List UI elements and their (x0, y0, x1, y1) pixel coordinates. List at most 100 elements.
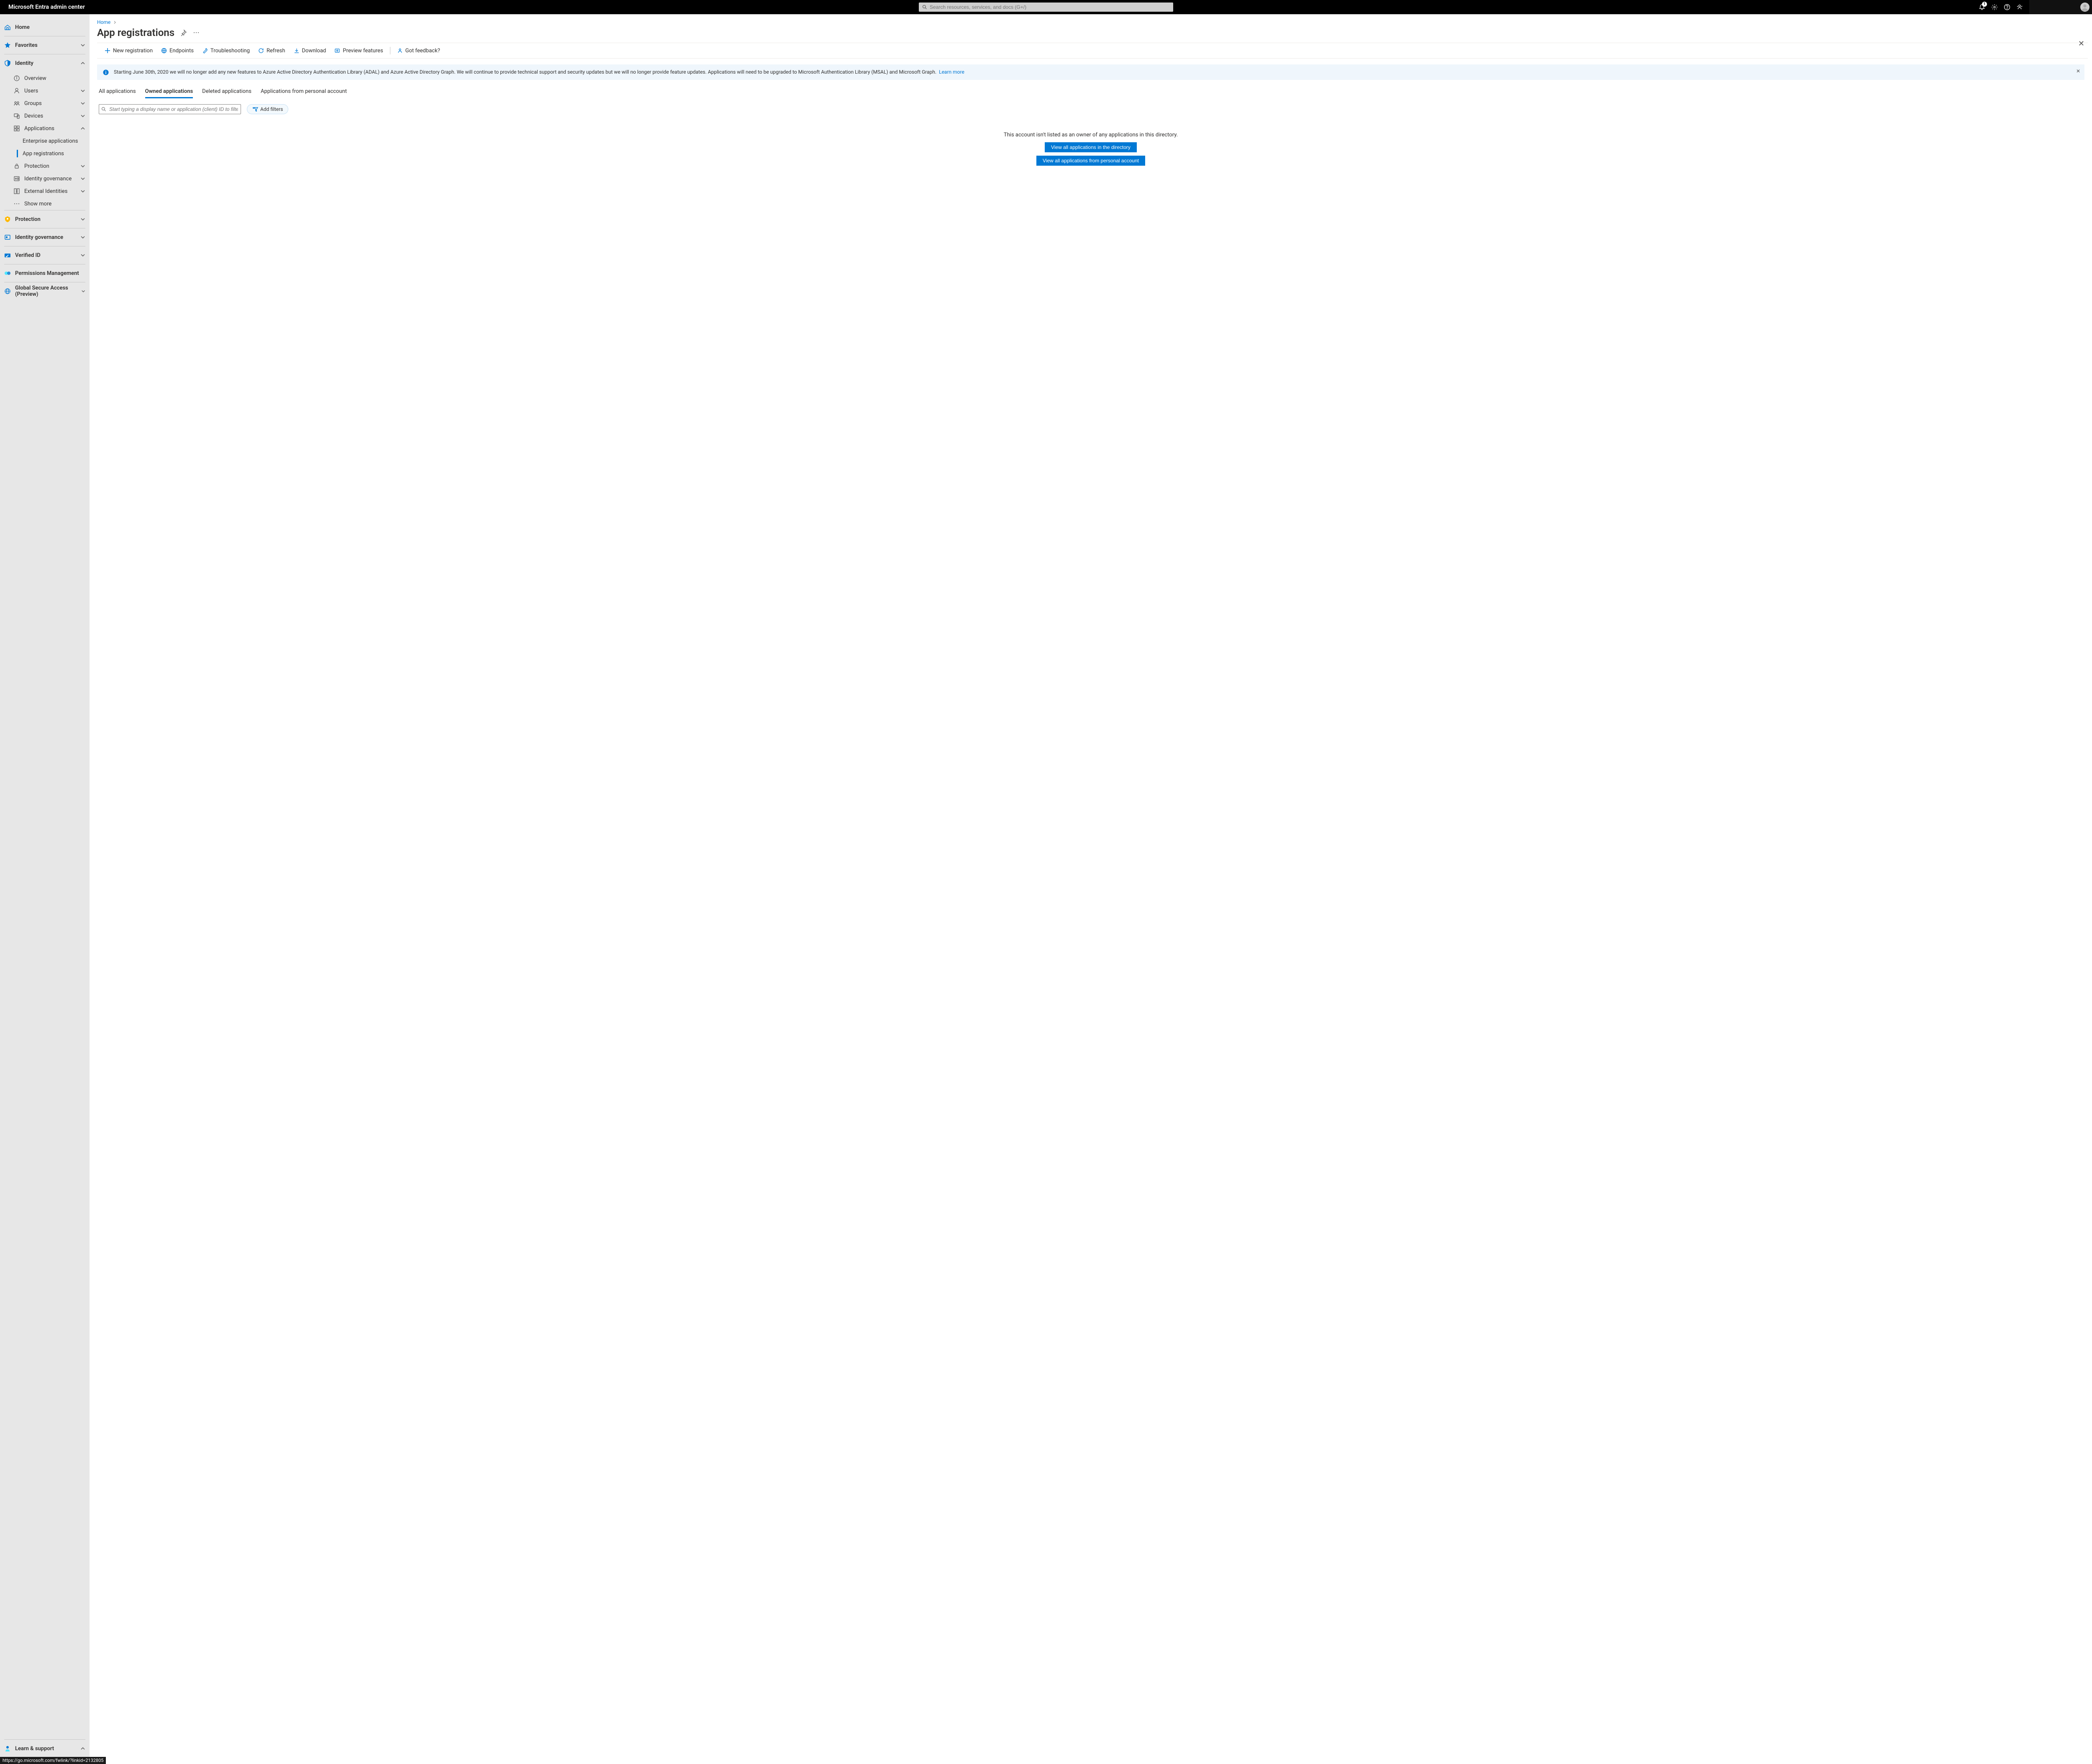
chevron-right-icon (113, 21, 117, 24)
sidebar-label: Favorites (15, 42, 38, 49)
main-content: Home App registrations ✕ New registratio… (90, 14, 2092, 1764)
external-icon (13, 188, 20, 195)
sidebar-label: Protection (15, 216, 41, 223)
governance-icon (4, 234, 11, 241)
chevron-down-icon (80, 217, 85, 222)
preview-icon (334, 48, 340, 54)
sidebar-item-overview[interactable]: Overview (9, 72, 90, 85)
sidebar-label: Identity (15, 60, 33, 67)
sidebar-item-global-secure-access[interactable]: Global Secure Access (Preview) (0, 282, 90, 300)
learn-more-link[interactable]: Learn more (939, 69, 964, 75)
filter-input[interactable] (99, 104, 241, 114)
sidebar-label: Identity governance (24, 176, 72, 182)
cmd-label: Preview features (343, 48, 383, 54)
sidebar-item-devices[interactable]: Devices (9, 110, 90, 122)
info-text: Starting June 30th, 2020 we will no long… (114, 69, 936, 75)
sidebar-item-home[interactable]: Home (0, 18, 90, 36)
sidebar-item-verified-id[interactable]: Verified ID (0, 246, 90, 264)
chevron-down-icon (81, 289, 85, 294)
new-registration-button[interactable]: New registration (100, 43, 157, 59)
cmd-label: Got feedback? (405, 48, 440, 54)
view-all-directory-button[interactable]: View all applications in the directory (1045, 142, 1137, 152)
tabs: All applications Owned applications Dele… (90, 86, 2092, 98)
lock-icon (13, 163, 20, 169)
settings-button[interactable] (1988, 0, 2001, 14)
more-icon[interactable] (193, 29, 200, 36)
sidebar-label: Groups (24, 100, 42, 107)
chevron-down-icon (80, 113, 85, 118)
tab-owned-applications[interactable]: Owned applications (145, 86, 193, 98)
endpoints-button[interactable]: Endpoints (157, 43, 198, 59)
chevron-down-icon (80, 43, 85, 48)
sidebar-item-enterprise-apps[interactable]: Enterprise applications (18, 135, 90, 147)
chevron-up-icon (80, 126, 85, 131)
sidebar-label: Overview (24, 75, 46, 82)
sidebar-label: Permissions Management (15, 270, 79, 277)
command-bar: New registration Endpoints Troubleshooti… (97, 43, 2088, 59)
top-right-icons: 1 (1976, 0, 2092, 14)
troubleshooting-button[interactable]: Troubleshooting (198, 43, 254, 59)
account-menu[interactable] (2029, 0, 2092, 14)
sidebar-item-protection-2[interactable]: Protection (0, 210, 90, 228)
cmd-label: Troubleshooting (210, 48, 250, 54)
sidebar-label: Learn & support (15, 1746, 54, 1752)
user-icon (13, 87, 20, 94)
governance-icon (13, 175, 20, 182)
sidebar-item-groups[interactable]: Groups (9, 97, 90, 110)
preview-features-button[interactable]: Preview features (330, 43, 387, 59)
sidebar-label: Global Secure Access (Preview) (15, 285, 81, 297)
pin-icon[interactable] (180, 29, 187, 36)
chevron-down-icon (80, 88, 85, 93)
tab-all-applications[interactable]: All applications (99, 86, 136, 98)
add-filters-label: Add filters (260, 106, 283, 112)
sidebar-label: Verified ID (15, 252, 41, 259)
notifications-button[interactable]: 1 (1976, 0, 1988, 14)
sidebar-item-app-registrations[interactable]: App registrations (18, 147, 90, 160)
sidebar-item-identity-governance-2[interactable]: Identity governance (0, 228, 90, 246)
chevron-up-icon (80, 1746, 85, 1751)
help-button[interactable] (2001, 0, 2013, 14)
view-all-personal-button[interactable]: View all applications from personal acco… (1036, 156, 1145, 166)
sidebar-item-permissions-management[interactable]: Permissions Management (0, 264, 90, 282)
cmd-label: Endpoints (169, 48, 194, 54)
sidebar-item-applications[interactable]: Applications (9, 122, 90, 135)
info-icon (103, 69, 109, 75)
sidebar-label: Users (24, 88, 38, 94)
add-filters-button[interactable]: Add filters (247, 104, 288, 114)
breadcrumb-home-link[interactable]: Home (97, 19, 110, 25)
chevron-down-icon (80, 164, 85, 169)
refresh-icon (258, 48, 264, 54)
global-search-input[interactable] (919, 3, 1173, 12)
sidebar-label: External Identities (24, 188, 67, 195)
dismiss-info-button[interactable]: ✕ (2076, 68, 2080, 75)
cmd-label: Download (302, 48, 326, 54)
globe-icon (4, 288, 11, 295)
sidebar-label: Show more (24, 201, 51, 207)
sidebar-item-favorites[interactable]: Favorites (0, 36, 90, 54)
refresh-button[interactable]: Refresh (254, 43, 289, 59)
download-button[interactable]: Download (290, 43, 331, 59)
chevron-up-icon (80, 61, 85, 66)
chevron-down-icon (80, 176, 85, 181)
sidebar-item-identity-governance[interactable]: Identity governance (9, 172, 90, 185)
page-title: App registrations (97, 27, 174, 38)
shield-user-icon (4, 216, 11, 223)
sidebar-label: Applications (24, 126, 54, 132)
feedback-button[interactable] (2013, 0, 2026, 14)
sidebar-item-external-identities[interactable]: External Identities (9, 185, 90, 197)
info-banner: Starting June 30th, 2020 we will no long… (97, 64, 2084, 80)
tab-deleted-applications[interactable]: Deleted applications (202, 86, 251, 98)
tab-personal-applications[interactable]: Applications from personal account (261, 86, 347, 98)
sidebar-item-identity[interactable]: Identity (0, 54, 90, 72)
sidebar-item-learn-support[interactable]: Learn & support (0, 1740, 90, 1757)
filter-search (99, 104, 241, 114)
got-feedback-button[interactable]: Got feedback? (393, 43, 444, 59)
status-url: https://go.microsoft.com/fwlink/?linkid=… (0, 1757, 106, 1764)
sidebar-item-users[interactable]: Users (9, 85, 90, 97)
sidebar-item-protection[interactable]: Protection (9, 160, 90, 172)
sidebar-item-show-more[interactable]: Show more (9, 197, 90, 210)
support-icon (4, 1745, 11, 1752)
close-blade-button[interactable]: ✕ (2078, 39, 2084, 48)
permissions-icon (4, 270, 11, 277)
empty-state: This account isn't listed as an owner of… (90, 120, 2092, 181)
